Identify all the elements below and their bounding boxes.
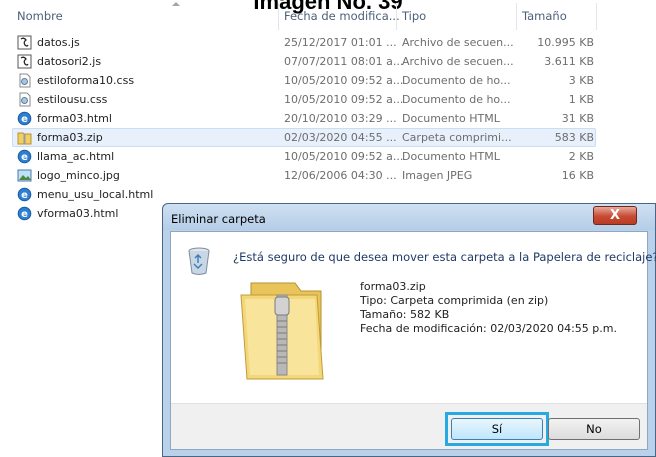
- file-row[interactable]: forma03.zip 02/03/2020 04:55 ... Carpeta c…: [0, 128, 656, 147]
- svg-text:e: e: [21, 152, 28, 163]
- file-type: Carpeta comprimi...: [402, 131, 512, 144]
- file-row[interactable]: estilousu.css 10/05/2010 09:52 a... Docume…: [0, 90, 656, 109]
- file-name[interactable]: estiloforma10.css: [37, 74, 134, 87]
- file-date: 10/05/2010 09:52 a...: [284, 74, 404, 87]
- file-date: 02/03/2020 04:55 ...: [284, 131, 397, 144]
- file-list: datos.js 25/12/2017 01:01 ... Archivo de s…: [0, 33, 656, 223]
- file-date: 07/07/2011 08:01 a...: [284, 55, 404, 68]
- svg-text:e: e: [21, 114, 28, 125]
- html-file-icon: e: [17, 111, 32, 126]
- html-file-icon: e: [17, 187, 32, 202]
- css-file-icon: [17, 92, 32, 107]
- file-info-type: Tipo: Carpeta comprimida (en zip): [360, 294, 549, 307]
- file-size: 3.611 KB: [544, 55, 594, 68]
- file-name[interactable]: forma03.zip: [37, 131, 103, 144]
- column-type[interactable]: Tipo: [402, 9, 426, 23]
- svg-text:e: e: [21, 209, 28, 220]
- script-file-icon: [17, 54, 32, 69]
- file-name[interactable]: vforma03.html: [37, 207, 118, 220]
- yes-button[interactable]: Sí: [451, 418, 543, 440]
- column-date[interactable]: Fecha de modifica...: [284, 9, 400, 23]
- file-type: Documento HTML: [402, 112, 500, 125]
- file-row[interactable]: estiloforma10.css 10/05/2010 09:52 a... Do…: [0, 71, 656, 90]
- file-type: Documento de ho...: [402, 93, 511, 106]
- recycle-bin-icon: [188, 247, 210, 275]
- file-date: 20/10/2010 03:29 ...: [284, 112, 397, 125]
- column-divider[interactable]: [596, 3, 597, 30]
- file-type: Documento HTML: [402, 150, 500, 163]
- svg-text:e: e: [21, 190, 28, 201]
- no-button[interactable]: No: [548, 418, 640, 440]
- file-info: forma03.zip Tipo: Carpeta comprimida (en…: [360, 280, 617, 336]
- file-info-size: Tamaño: 582 KB: [360, 308, 450, 321]
- file-size: 31 KB: [561, 112, 594, 125]
- dialog-body: ¿Está seguro de que desea mover esta car…: [170, 231, 656, 450]
- file-row[interactable]: e forma03.html 20/10/2010 03:29 ... Documen…: [0, 109, 656, 128]
- file-row[interactable]: logo_minco.jpg 12/06/2006 04:30 ... Imagen…: [0, 166, 656, 185]
- zip-folder-icon: [17, 130, 32, 145]
- file-date: 10/05/2010 09:52 a...: [284, 93, 404, 106]
- column-size[interactable]: Tamaño: [522, 9, 567, 23]
- file-name[interactable]: datosori2.js: [37, 55, 101, 68]
- file-date: 10/05/2010 09:52 a...: [284, 150, 404, 163]
- file-date: 25/12/2017 01:01 ...: [284, 36, 397, 49]
- file-row[interactable]: datos.js 25/12/2017 01:01 ... Archivo de s…: [0, 33, 656, 52]
- file-row[interactable]: datosori2.js 07/07/2011 08:01 a... Archivo…: [0, 52, 656, 71]
- file-size: 3 KB: [568, 74, 594, 87]
- file-type: Archivo de secuen...: [402, 36, 514, 49]
- column-divider[interactable]: [516, 3, 517, 30]
- file-info-modified: Fecha de modificación: 02/03/2020 04:55 …: [360, 322, 617, 335]
- html-file-icon: e: [17, 206, 32, 221]
- column-divider[interactable]: [278, 3, 279, 30]
- file-row[interactable]: e menu_usu_local.html: [0, 185, 656, 204]
- file-row[interactable]: e llama_ac.html 10/05/2010 09:52 a... Docum…: [0, 147, 656, 166]
- dialog-button-bar: Sí No: [171, 403, 647, 449]
- zip-folder-icon: [240, 282, 324, 380]
- file-size: 10.995 KB: [537, 36, 594, 49]
- column-header: Nombre Fecha de modifica... Tipo Tamaño: [0, 0, 656, 30]
- file-name[interactable]: menu_usu_local.html: [37, 188, 153, 201]
- script-file-icon: [17, 35, 32, 50]
- file-type: Documento de ho...: [402, 74, 511, 87]
- dialog-question: ¿Está seguro de que desea mover esta car…: [233, 250, 656, 264]
- file-name[interactable]: estilousu.css: [37, 93, 107, 106]
- column-divider[interactable]: [396, 3, 397, 30]
- file-info-name: forma03.zip: [360, 280, 426, 293]
- sort-ascending-icon: [172, 2, 180, 6]
- file-name[interactable]: llama_ac.html: [37, 150, 114, 163]
- file-name[interactable]: datos.js: [37, 36, 80, 49]
- file-name[interactable]: forma03.html: [37, 112, 112, 125]
- dialog-title: Eliminar carpeta: [171, 212, 266, 226]
- file-type: Imagen JPEG: [402, 169, 473, 182]
- column-name[interactable]: Nombre: [17, 9, 63, 23]
- file-size: 16 KB: [561, 169, 594, 182]
- image-file-icon: [17, 168, 32, 183]
- file-size: 2 KB: [568, 150, 594, 163]
- file-name[interactable]: logo_minco.jpg: [37, 169, 120, 182]
- file-date: 12/06/2006 04:30 ...: [284, 169, 397, 182]
- file-type: Archivo de secuen...: [402, 55, 514, 68]
- close-button[interactable]: X: [593, 206, 637, 225]
- delete-folder-dialog: Eliminar carpeta X ¿Está seguro de que d…: [162, 203, 656, 457]
- css-file-icon: [17, 73, 32, 88]
- file-size: 583 KB: [554, 131, 594, 144]
- html-file-icon: e: [17, 149, 32, 164]
- file-size: 1 KB: [568, 93, 594, 106]
